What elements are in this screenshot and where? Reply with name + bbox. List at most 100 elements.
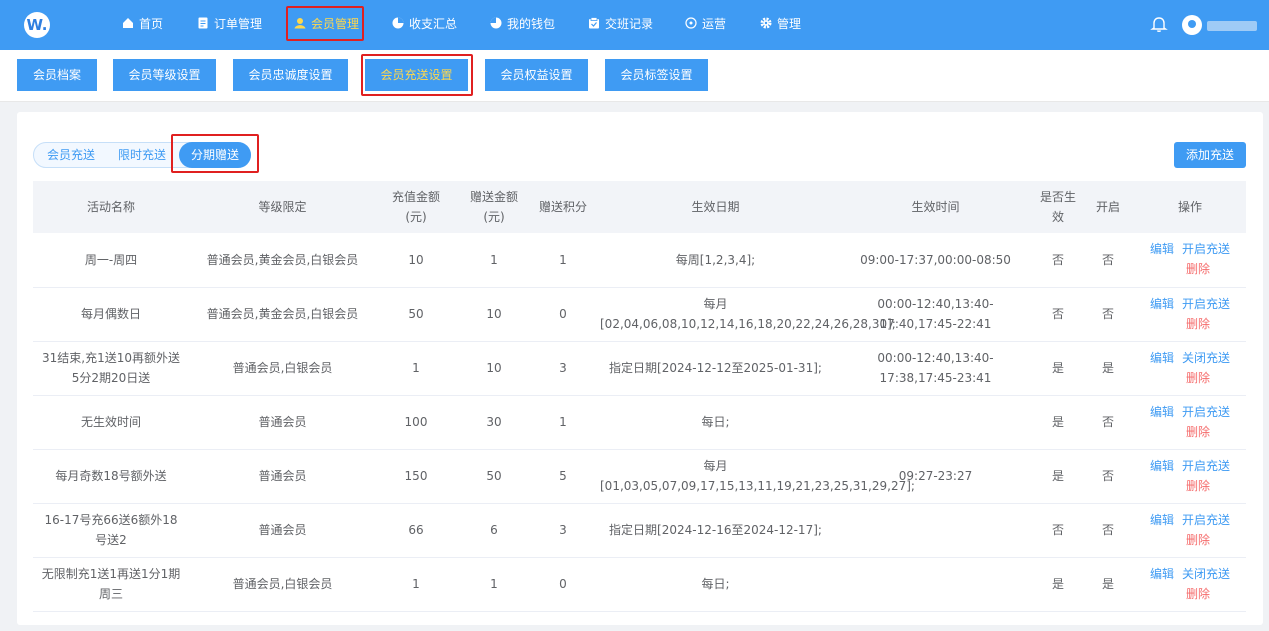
- toggle-recharge-link[interactable]: 开启充送: [1182, 510, 1230, 530]
- delete-link[interactable]: 删除: [1186, 476, 1240, 496]
- edit-link[interactable]: 编辑: [1150, 402, 1174, 422]
- subnav-member-benefits[interactable]: 会员权益设置: [485, 59, 588, 91]
- delete-link[interactable]: 删除: [1186, 259, 1240, 279]
- cell-open: 是: [1082, 341, 1134, 396]
- subnav-member-loyalty[interactable]: 会员忠诚度设置: [233, 59, 348, 91]
- pie-icon: [392, 17, 404, 29]
- cell-open: 否: [1082, 503, 1134, 558]
- delete-link[interactable]: 删除: [1186, 314, 1240, 334]
- nav-shift-records[interactable]: 交班记录: [588, 8, 653, 40]
- cell-gift: 6: [456, 503, 532, 558]
- cell-open: 否: [1082, 395, 1134, 450]
- header-enabled: 开启: [1082, 181, 1134, 233]
- cell-name: 每月奇数18号额外送: [33, 449, 189, 504]
- cell-points: 3: [532, 503, 594, 558]
- cell-open: 否: [1082, 233, 1134, 288]
- gear-icon: [760, 17, 772, 29]
- nav-orders[interactable]: 订单管理: [197, 8, 262, 40]
- subnav-member-level[interactable]: 会员等级设置: [113, 59, 216, 91]
- cell-level: 普通会员: [189, 395, 376, 450]
- compass-icon: [685, 17, 697, 29]
- shift-icon: [589, 17, 599, 29]
- delete-link[interactable]: 删除: [1186, 422, 1240, 442]
- cell-time: 09:27-23:27: [837, 449, 1034, 504]
- cell-effective: 否: [1034, 503, 1082, 558]
- cell-time: 09:00-17:37,00:00-08:50: [837, 233, 1034, 288]
- top-navbar: W. 首页 订单管理 会员管理 收支汇总 我的钱包 交班记录 运营 管理: [0, 0, 1269, 50]
- toggle-recharge-link[interactable]: 关闭充送: [1182, 348, 1230, 368]
- cell-actions: 编辑 关闭充送 删除: [1134, 341, 1246, 396]
- order-icon: [198, 17, 208, 29]
- table-row: 无生效时间 普通会员 100 30 1 每日; 是 否 编辑 开启充送 删除: [33, 395, 1246, 450]
- cell-points: 0: [532, 287, 594, 342]
- tab-limited-recharge[interactable]: 限时充送: [108, 142, 176, 168]
- delete-link[interactable]: 删除: [1186, 584, 1240, 604]
- edit-link[interactable]: 编辑: [1150, 456, 1174, 476]
- toggle-recharge-link[interactable]: 开启充送: [1182, 239, 1230, 259]
- cell-actions: 编辑 开启充送 删除: [1134, 503, 1246, 558]
- subnav-member-files[interactable]: 会员档案: [17, 59, 97, 91]
- edit-link[interactable]: 编辑: [1150, 294, 1174, 314]
- cell-gift: 10: [456, 287, 532, 342]
- toggle-recharge-link[interactable]: 开启充送: [1182, 294, 1230, 314]
- cell-points: 1: [532, 395, 594, 450]
- cell-effective: 是: [1034, 557, 1082, 612]
- add-recharge-button[interactable]: 添加充送: [1174, 142, 1246, 168]
- cell-actions: 编辑 开启充送 删除: [1134, 449, 1246, 504]
- cell-gift: 50: [456, 449, 532, 504]
- cell-open: 是: [1082, 557, 1134, 612]
- header-gift-amount: 赠送金额(元): [456, 181, 532, 233]
- cell-level: 普通会员,白银会员: [189, 557, 376, 612]
- app-logo[interactable]: W.: [24, 12, 50, 38]
- cell-gift: 1: [456, 233, 532, 288]
- nav-admin[interactable]: 管理: [760, 8, 801, 40]
- edit-link[interactable]: 编辑: [1150, 564, 1174, 584]
- edit-link[interactable]: 编辑: [1150, 239, 1174, 259]
- delete-link[interactable]: 删除: [1186, 368, 1240, 388]
- header-activity-name: 活动名称: [33, 181, 189, 233]
- cell-points: 1: [532, 233, 594, 288]
- header-is-effective: 是否生效: [1034, 181, 1082, 233]
- cell-amount: 10: [376, 233, 456, 288]
- cell-date: 每周[1,2,3,4];: [594, 233, 837, 288]
- cell-points: 0: [532, 557, 594, 612]
- cell-gift: 30: [456, 395, 532, 450]
- toggle-recharge-link[interactable]: 开启充送: [1182, 456, 1230, 476]
- bell-icon[interactable]: [1150, 15, 1168, 33]
- header-actions: 操作: [1134, 181, 1246, 233]
- toggle-recharge-link[interactable]: 关闭充送: [1182, 564, 1230, 584]
- cell-date: 每月[01,03,05,07,09,17,15,13,11,19,21,23,2…: [594, 449, 915, 504]
- nav-operations[interactable]: 运营: [685, 8, 726, 40]
- nav-income-summary[interactable]: 收支汇总: [392, 8, 457, 40]
- tab-member-recharge[interactable]: 会员充送: [37, 142, 105, 168]
- cell-effective: 是: [1034, 341, 1082, 396]
- subnav-member-tags[interactable]: 会员标签设置: [605, 59, 708, 91]
- table-header: 活动名称 等级限定 充值金额(元) 赠送金额(元) 赠送积分 生效日期 生效时间…: [33, 181, 1246, 233]
- nav-home[interactable]: 首页: [122, 8, 163, 40]
- cell-time: [837, 503, 1034, 558]
- table-row: 16-17号充66送6额外18号送2 普通会员 66 6 3 指定日期[2024…: [33, 503, 1246, 558]
- username-redacted[interactable]: [1207, 21, 1257, 31]
- highlight-box-subnav: [361, 54, 473, 96]
- highlight-box-tab: [171, 134, 259, 173]
- cell-date: 指定日期[2024-12-12至2025-01-31];: [594, 341, 837, 396]
- edit-link[interactable]: 编辑: [1150, 510, 1174, 530]
- recharge-table: 活动名称 等级限定 充值金额(元) 赠送金额(元) 赠送积分 生效日期 生效时间…: [33, 181, 1246, 612]
- cell-points: 3: [532, 341, 594, 396]
- cell-actions: 编辑 开启充送 删除: [1134, 395, 1246, 450]
- header-recharge-amount: 充值金额(元): [376, 181, 456, 233]
- cell-name: 16-17号充66送6额外18号送2: [33, 503, 189, 558]
- cell-points: 5: [532, 449, 594, 504]
- nav-wallet[interactable]: 我的钱包: [490, 8, 555, 40]
- cell-name: 周一-周四: [33, 233, 189, 288]
- cell-level: 普通会员: [189, 449, 376, 504]
- header-effective-time: 生效时间: [837, 181, 1034, 233]
- cell-amount: 50: [376, 287, 456, 342]
- cell-open: 否: [1082, 449, 1134, 504]
- delete-link[interactable]: 删除: [1186, 530, 1240, 550]
- avatar[interactable]: [1182, 15, 1202, 35]
- toggle-recharge-link[interactable]: 开启充送: [1182, 402, 1230, 422]
- cell-date: 指定日期[2024-12-16至2024-12-17];: [594, 503, 837, 558]
- edit-link[interactable]: 编辑: [1150, 348, 1174, 368]
- cell-gift: 10: [456, 341, 532, 396]
